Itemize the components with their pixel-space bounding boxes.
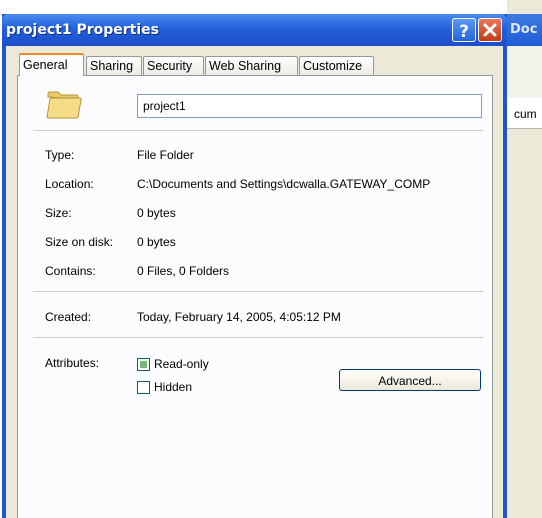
contains-value: 0 Files, 0 Folders	[137, 264, 230, 278]
dialog-title: project1 Properties	[6, 22, 159, 38]
separator	[33, 130, 483, 131]
size-on-disk-value: 0 bytes	[137, 235, 176, 249]
location-label: Location:	[45, 177, 94, 191]
dialog-client-area: General Sharing Security Web Sharing Cus…	[6, 46, 503, 518]
hidden-label[interactable]: Hidden	[154, 380, 192, 394]
background-window: Doc cum	[507, 0, 542, 518]
separator	[33, 337, 483, 338]
properties-dialog: project1 Properties ? General Sharing Se…	[2, 14, 507, 518]
location-value: C:\Documents and Settings\dcwalla.GATEWA…	[137, 177, 431, 191]
type-label: Type:	[45, 148, 75, 162]
close-button[interactable]	[478, 18, 502, 42]
close-icon	[483, 23, 497, 37]
tab-sharing[interactable]: Sharing	[86, 56, 142, 75]
created-label: Created:	[45, 310, 92, 324]
background-window-title: Doc	[510, 22, 538, 37]
background-address-text: cum	[514, 107, 537, 121]
size-on-disk-label: Size on disk:	[45, 235, 114, 249]
help-button[interactable]: ?	[452, 18, 476, 42]
background-address-bar[interactable]: cum	[507, 98, 542, 129]
tab-general[interactable]: General	[19, 53, 84, 76]
tab-security[interactable]: Security	[143, 56, 204, 75]
created-value: Today, February 14, 2005, 4:05:12 PM	[137, 310, 341, 324]
readonly-checkbox[interactable]	[137, 358, 150, 371]
folder-name-field[interactable]	[137, 94, 482, 118]
folder-icon	[46, 91, 82, 119]
hidden-checkbox[interactable]	[137, 381, 150, 394]
tab-web-sharing[interactable]: Web Sharing	[205, 56, 298, 75]
readonly-label[interactable]: Read-only	[154, 357, 209, 371]
advanced-button[interactable]: Advanced...	[339, 369, 481, 391]
background-titlebar[interactable]: Doc	[507, 14, 542, 46]
svg-text:?: ?	[459, 22, 469, 41]
help-icon: ?	[459, 22, 469, 41]
attributes-label: Attributes:	[45, 356, 100, 370]
background-toolbar	[507, 46, 542, 99]
tab-customize[interactable]: Customize	[299, 56, 374, 75]
size-value: 0 bytes	[137, 206, 176, 220]
type-value: File Folder	[137, 148, 194, 162]
dialog-titlebar[interactable]: project1 Properties ?	[2, 14, 507, 46]
contains-label: Contains:	[45, 264, 96, 278]
general-tab-panel: Type: File Folder Location: C:\Documents…	[17, 75, 493, 518]
size-label: Size:	[45, 206, 72, 220]
separator	[33, 291, 483, 292]
